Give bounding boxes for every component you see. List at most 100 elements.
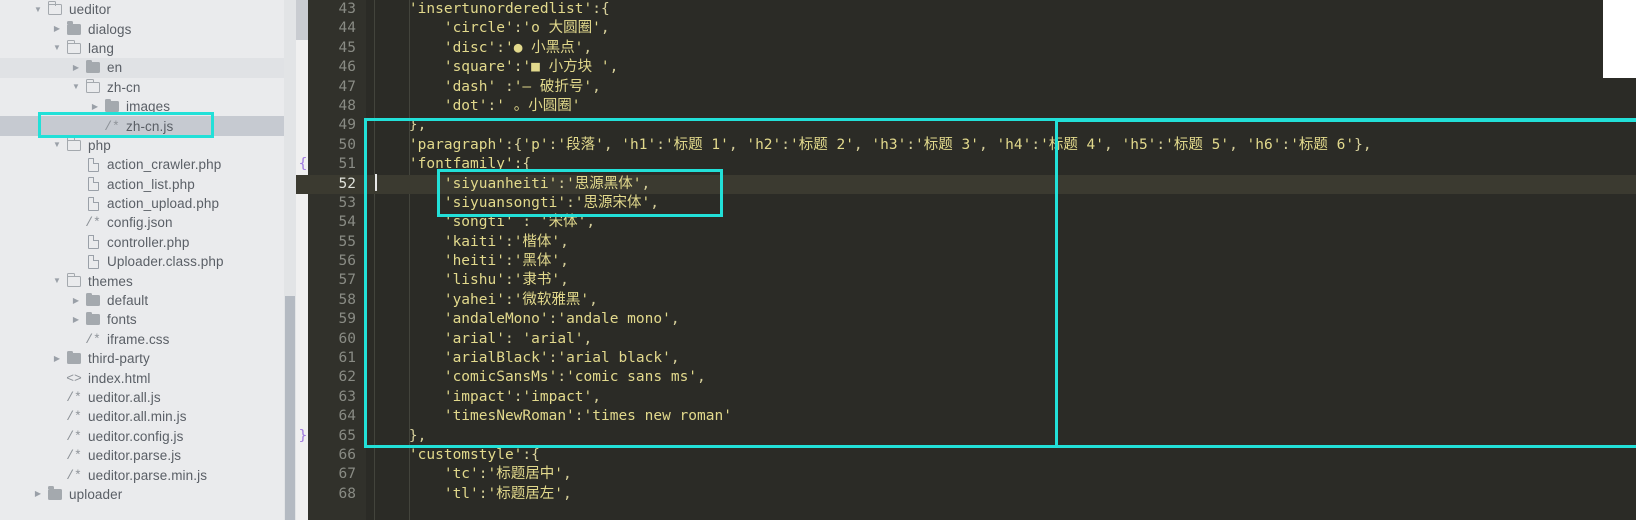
code-line[interactable]: 53 'siyuansongti':'思源宋体',	[296, 194, 1636, 213]
tree-item-label: dialogs	[88, 21, 132, 37]
code-text: 'dot':' 。小圆圈'	[443, 97, 581, 114]
tree-item-themes[interactable]: ▼ themes	[0, 271, 296, 290]
line-number: 63	[338, 388, 356, 405]
tree-item-lang[interactable]: ▼ lang	[0, 39, 296, 58]
code-text: },	[374, 117, 427, 134]
tree-item-zh-cn[interactable]: ▼ zh-cn	[0, 78, 296, 97]
code-text: 'andaleMono':'andale mono',	[443, 311, 680, 328]
twisty-spacer: ·	[50, 452, 64, 460]
file-explorer-panel[interactable]: ▼ueditor▶dialogs▼lang▶en▼zh-cn▶images·/*…	[0, 0, 296, 520]
code-line[interactable]: 62 'comicSansMs':'comic sans ms',	[296, 368, 1636, 387]
tree-item-ueditor-all-min-js[interactable]: ·/* ueditor.all.min.js	[0, 407, 296, 426]
line-number: 62	[338, 369, 356, 386]
file-tree[interactable]: ▼ueditor▶dialogs▼lang▶en▼zh-cn▶images·/*…	[0, 0, 296, 504]
code-line[interactable]: 54 'songti' : '宋体',	[296, 213, 1636, 232]
code-line[interactable]: {51 'fontfamily':{	[296, 155, 1636, 174]
chevron-right-icon[interactable]: ▶	[69, 63, 83, 72]
tree-item-fonts[interactable]: ▶ fonts	[0, 310, 296, 329]
code-line[interactable]: 52 'siyuanheiti':'思源黑体',	[296, 174, 1636, 194]
twisty-spacer: ·	[69, 200, 83, 208]
tree-item-index-html[interactable]: ·<> index.html	[0, 368, 296, 387]
tree-item-config-json[interactable]: ·/* config.json	[0, 213, 296, 232]
tree-item-label: themes	[88, 273, 133, 289]
code-line[interactable]: 63 'impact':'impact',	[296, 388, 1636, 407]
code-line[interactable]: 50 'paragraph':{'p':'段落', 'h1':'标题 1', '…	[296, 136, 1636, 155]
chevron-right-icon[interactable]: ▶	[50, 25, 64, 33]
tree-item-label: lang	[88, 40, 114, 56]
twisty-spacer: ·	[50, 432, 64, 440]
tree-item-uploader[interactable]: ▶ uploader	[0, 485, 296, 504]
tree-item-zh-cn-js[interactable]: ·/* zh-cn.js	[0, 116, 296, 136]
tree-item-third-party[interactable]: ▶ third-party	[0, 349, 296, 368]
line-number: 46	[338, 59, 356, 76]
code-editor-panel[interactable]: 43 'insertunorderedlist':{44 'circle':'o…	[296, 0, 1636, 520]
chevron-right-icon[interactable]: ▶	[69, 315, 83, 324]
code-line[interactable]: 60 'arial': 'arial',	[296, 330, 1636, 349]
code-line[interactable]: 44 'circle':'o 大圆圈',	[296, 19, 1636, 38]
tree-item-images[interactable]: ▶ images	[0, 97, 296, 116]
tree-item-iframe-css[interactable]: ·/* iframe.css	[0, 330, 296, 349]
line-number: 43	[338, 1, 356, 17]
chevron-down-icon[interactable]: ▼	[50, 44, 64, 52]
code-line[interactable]: 66 'customstyle':{	[296, 446, 1636, 465]
code-line[interactable]: 58 'yahei':'微软雅黑',	[296, 291, 1636, 310]
line-number: 44	[338, 20, 356, 37]
twisty-spacer: ·	[50, 413, 64, 421]
tree-item-label: ueditor.all.js	[88, 390, 161, 405]
chevron-down-icon[interactable]: ▼	[50, 141, 64, 149]
sidebar-scrollbar-track[interactable]	[284, 0, 296, 520]
tree-item-ueditor-parse-js[interactable]: ·/* ueditor.parse.js	[0, 446, 296, 465]
tree-item-dialogs[interactable]: ▶ dialogs	[0, 19, 296, 38]
code-line[interactable]: 49 },	[296, 116, 1636, 135]
tree-item-controller-php[interactable]: · controller.php	[0, 233, 296, 252]
tree-item-action-upload-php[interactable]: · action_upload.php	[0, 194, 296, 213]
tree-item-label: action_upload.php	[107, 196, 220, 212]
chevron-right-icon[interactable]: ▶	[88, 102, 102, 111]
chevron-down-icon[interactable]: ▼	[69, 83, 83, 91]
code-line[interactable]: 43 'insertunorderedlist':{	[296, 0, 1636, 19]
tree-item-php[interactable]: ▼ php	[0, 136, 296, 155]
code-line[interactable]: 56 'heiti':'黑体',	[296, 252, 1636, 271]
code-line[interactable]: 47 'dash' :'— 破折号',	[296, 78, 1636, 97]
code-line[interactable]: 46 'square':'■ 小方块 ',	[296, 58, 1636, 77]
twisty-spacer: ·	[69, 258, 83, 266]
sidebar-scrollbar-thumb[interactable]	[285, 296, 295, 520]
code-line[interactable]: } 65 },	[296, 427, 1636, 446]
line-number: 52	[338, 175, 356, 192]
code-text: 'kaiti':'楷体',	[443, 233, 569, 250]
tree-item-en[interactable]: ▶ en	[0, 58, 296, 78]
code-line[interactable]: 68 'tl':'标题居左',	[296, 485, 1636, 504]
code-line[interactable]: 48 'dot':' 。小圆圈'	[296, 97, 1636, 116]
code-content[interactable]: 43 'insertunorderedlist':{44 'circle':'o…	[296, 0, 1636, 504]
tree-item-ueditor-all-js[interactable]: ·/* ueditor.all.js	[0, 388, 296, 407]
code-line[interactable]: 59 'andaleMono':'andale mono',	[296, 310, 1636, 329]
file-icon	[83, 254, 103, 269]
tree-item-ueditor-config-js[interactable]: ·/* ueditor.config.js	[0, 427, 296, 446]
line-number: 55	[338, 233, 356, 250]
tree-item-label: ueditor	[69, 2, 111, 18]
code-line[interactable]: 64 'timesNewRoman':'times new roman'	[296, 407, 1636, 426]
tree-item-ueditor-parse-min-js[interactable]: ·/* ueditor.parse.min.js	[0, 465, 296, 484]
code-line[interactable]: 67 'tc':'标题居中',	[296, 465, 1636, 484]
tree-item-ueditor[interactable]: ▼ ueditor	[0, 0, 296, 19]
code-line[interactable]: 61 'arialBlack':'arial black',	[296, 349, 1636, 368]
folder-icon	[64, 21, 84, 35]
code-line[interactable]: 55 'kaiti':'楷体',	[296, 233, 1636, 252]
tree-item-label: third-party	[88, 351, 150, 367]
tree-item-label: fonts	[107, 312, 137, 328]
tree-item-uploader-class-php[interactable]: · Uploader.class.php	[0, 252, 296, 271]
tree-item-action-list-php[interactable]: · action_list.php	[0, 175, 296, 194]
chevron-down-icon[interactable]: ▼	[50, 277, 64, 285]
chevron-right-icon[interactable]: ▶	[31, 490, 45, 498]
twisty-spacer: ·	[50, 471, 64, 479]
tree-item-default[interactable]: ▶ default	[0, 291, 296, 310]
code-line[interactable]: 57 'lishu':'隶书',	[296, 271, 1636, 290]
chevron-right-icon[interactable]: ▶	[69, 296, 83, 305]
folder-open-icon	[83, 78, 103, 93]
tree-item-label: index.html	[88, 370, 151, 386]
chevron-right-icon[interactable]: ▶	[50, 354, 64, 363]
twisty-spacer: ·	[50, 394, 64, 402]
tree-item-action-crawler-php[interactable]: · action_crawler.php	[0, 155, 296, 174]
code-line[interactable]: 45 'disc':'● 小黑点',	[296, 39, 1636, 58]
chevron-down-icon[interactable]: ▼	[31, 5, 45, 14]
